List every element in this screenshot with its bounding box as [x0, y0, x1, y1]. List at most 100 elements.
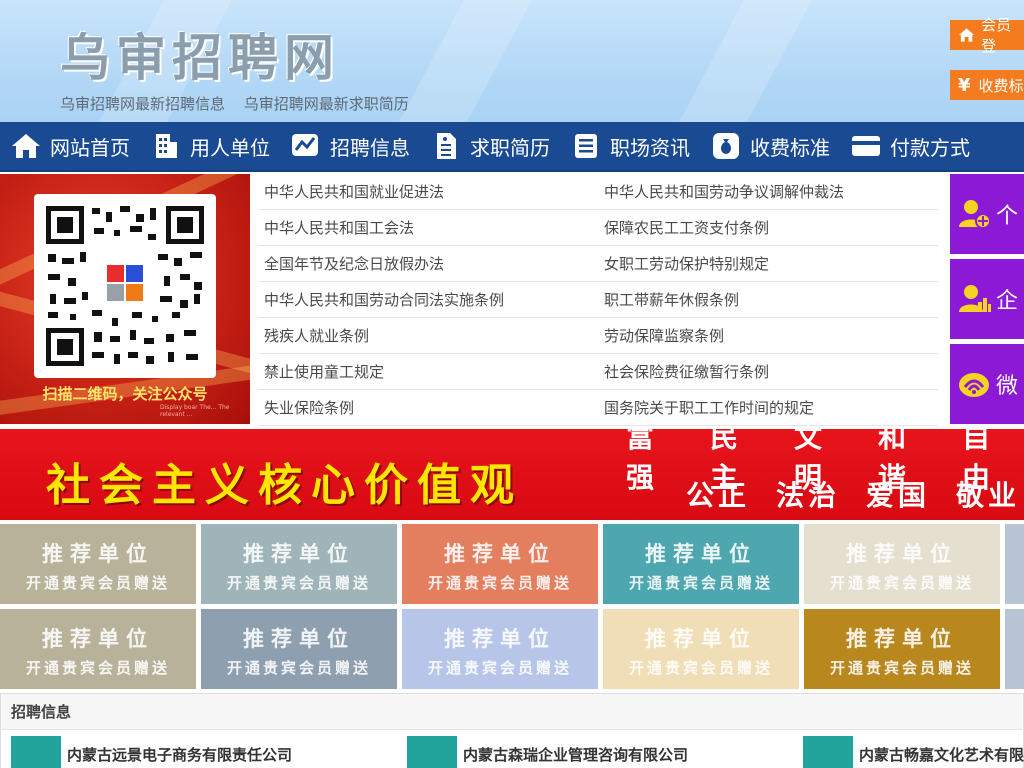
law-row: 禁止使用童工规定 社会保险费征缴暂行条例 — [258, 354, 938, 390]
site-header: 乌审招聘网 乌审招聘网最新招聘信息 乌审招聘网最新求职简历 会员登 ¥ 收费标 — [0, 0, 1024, 122]
value-word: 爱国 — [865, 479, 930, 512]
law-link[interactable]: 禁止使用童工规定 — [258, 361, 598, 382]
law-row: 失业保险条例 国务院关于职工工作时间的规定 — [258, 390, 938, 426]
sub-links: 乌审招聘网最新招聘信息 乌审招聘网最新求职简历 — [60, 93, 423, 114]
tile-subtitle: 开通贵宾会员赠送 — [427, 659, 572, 677]
resume-icon — [430, 130, 462, 162]
tile-title: 推荐单位 — [1005, 538, 1024, 568]
recommended-tile[interactable]: 推荐单位开通贵宾会员赠送 — [603, 524, 799, 604]
card-icon — [850, 130, 882, 162]
tile-subtitle: 开通贵宾会员赠送 — [25, 574, 170, 592]
nav-employers-label: 用人单位 — [190, 135, 270, 160]
wechat-icon — [959, 373, 989, 397]
company-name: 内蒙古森瑞企业管理咨询有限公司 — [463, 745, 689, 764]
tile-subtitle: 开通贵宾会员赠送 — [1005, 657, 1024, 678]
nav-pricing[interactable]: 收费标准 — [700, 121, 840, 171]
recommended-tile[interactable]: 推荐单位开通贵宾会员赠送 — [402, 609, 598, 689]
recommended-tile[interactable]: 推荐单位开通贵宾会员赠送 — [201, 609, 397, 689]
recommended-tile[interactable]: 推荐单位开通贵宾会员赠送 — [603, 609, 799, 689]
enterprise-member-button[interactable]: 企 — [950, 259, 1024, 339]
tile-title: 推荐单位 — [846, 627, 958, 651]
banner-title: 社会主义核心价值观 — [46, 460, 523, 511]
law-link[interactable]: 保障农民工工资支付条例 — [598, 217, 938, 238]
company-item[interactable]: 内蒙古森瑞企业管理咨询有限公司 — [407, 736, 688, 768]
personal-member-button[interactable]: 个 — [950, 174, 1024, 254]
latest-resumes-link[interactable]: 乌审招聘网最新求职简历 — [244, 95, 409, 113]
home-icon — [958, 28, 975, 42]
tile-title: 推荐单位 — [645, 542, 757, 566]
tile-title: 推荐单位 — [846, 542, 958, 566]
tile-title: 推荐单位 — [243, 542, 355, 566]
company-logo — [803, 736, 853, 768]
law-link[interactable]: 中华人民共和国劳动合同法实施条例 — [258, 289, 598, 310]
law-link[interactable]: 女职工劳动保护特别规定 — [598, 253, 938, 274]
law-link[interactable]: 残疾人就业条例 — [258, 325, 598, 346]
recommended-tile[interactable]: 推荐单位开通贵宾会员赠送 — [1005, 609, 1024, 689]
recommended-tile[interactable]: 推荐单位开通贵宾会员赠送 — [0, 609, 196, 689]
values-line-1: 富强 民主 文明 和谐 自由 — [600, 429, 1020, 494]
latest-jobs-link[interactable]: 乌审招聘网最新招聘信息 — [60, 95, 225, 113]
nav-news[interactable]: 职场资讯 — [560, 121, 700, 171]
law-row: 全国年节及纪念日放假办法 女职工劳动保护特别规定 — [258, 246, 938, 282]
building-icon — [150, 130, 182, 162]
banner-values: 富强 民主 文明 和谐 自由 公正 法治 爱国 敬业 — [600, 429, 1020, 513]
nav-pricing-label: 收费标准 — [750, 135, 830, 160]
nav-employers[interactable]: 用人单位 — [140, 121, 280, 171]
qr-code — [34, 194, 216, 378]
qr-panel: 扫描二维码，关注公众号 Display boar The... The rele… — [0, 174, 250, 424]
header-decoration — [642, 0, 818, 122]
member-login-button[interactable]: 会员登 — [950, 16, 1024, 55]
law-link[interactable]: 劳动保障监察条例 — [598, 325, 938, 346]
tile-title: 推荐单位 — [1005, 623, 1024, 653]
wechat-label: 微 — [996, 374, 1019, 399]
enterprise-user-icon — [959, 285, 991, 312]
nav-payment-label: 付款方式 — [890, 135, 970, 160]
law-link[interactable]: 中华人民共和国劳动争议调解仲裁法 — [598, 181, 938, 202]
person-add-icon — [959, 200, 991, 229]
nav-home[interactable]: 网站首页 — [0, 121, 140, 171]
nav-payment[interactable]: 付款方式 — [840, 121, 980, 171]
tile-title: 推荐单位 — [243, 627, 355, 651]
company-item[interactable]: 内蒙古畅嘉文化艺术有限 — [803, 736, 1024, 768]
nav-jobs-label: 招聘信息 — [330, 135, 410, 160]
nav-jobs[interactable]: 招聘信息 — [280, 121, 420, 171]
recommended-employers: 推荐单位 开通贵宾会员赠送 推荐单位 开通贵宾会员赠送 推荐单位 开通贵宾会员赠送 推荐单位… — [0, 524, 1024, 690]
law-link[interactable]: 中华人民共和国工会法 — [258, 217, 598, 238]
value-word: 敬业 — [955, 479, 1020, 512]
nav-resumes[interactable]: 求职简历 — [420, 121, 560, 171]
value-word: 法治 — [775, 479, 840, 512]
tile-subtitle: 开通贵宾会员赠送 — [829, 574, 974, 592]
recommended-tile[interactable]: 推荐单位开通贵宾会员赠送 — [0, 524, 196, 604]
tile-subtitle: 开通贵宾会员赠送 — [628, 574, 773, 592]
tile-subtitle: 开通贵宾会员赠送 — [628, 659, 773, 677]
pricing-button[interactable]: ¥ 收费标 — [950, 70, 1024, 100]
company-logo — [407, 736, 457, 768]
law-link[interactable]: 失业保险条例 — [258, 397, 598, 418]
recommended-tile[interactable]: 推荐单位开通贵宾会员赠送 — [1005, 524, 1024, 604]
wechat-button[interactable]: 微 — [950, 344, 1024, 424]
pricing-label: 收费标 — [978, 76, 1024, 95]
recommended-tile[interactable]: 推荐单位开通贵宾会员赠送 — [402, 524, 598, 604]
law-link[interactable]: 国务院关于职工工作时间的规定 — [598, 397, 938, 418]
nav-news-label: 职场资讯 — [610, 135, 690, 160]
tile-title: 推荐单位 — [42, 542, 154, 566]
law-link[interactable]: 职工带薪年休假条例 — [598, 289, 938, 310]
personal-member-label: 个 — [996, 204, 1019, 229]
nav-resumes-label: 求职简历 — [470, 135, 550, 160]
law-link[interactable]: 中华人民共和国就业促进法 — [258, 181, 598, 202]
law-link[interactable]: 全国年节及纪念日放假办法 — [258, 253, 598, 274]
tile-title: 推荐单位 — [42, 627, 154, 651]
law-links: 中华人民共和国就业促进法 中华人民共和国劳动争议调解仲裁法 中华人民共和国工会法… — [258, 174, 938, 426]
enterprise-member-label: 企 — [996, 289, 1019, 314]
company-item[interactable]: 内蒙古远景电子商务有限责任公司 — [11, 736, 292, 768]
qr-caption: 扫描二维码，关注公众号 — [42, 385, 208, 403]
company-name: 内蒙古远景电子商务有限责任公司 — [67, 745, 293, 764]
qr-fine-print: Display boar The... The relevant ... — [160, 404, 230, 418]
money-bag-icon — [710, 130, 742, 162]
recommended-tile[interactable]: 推荐单位开通贵宾会员赠送 — [804, 524, 1000, 604]
core-values-banner: 社会主义核心价值观 富强 民主 文明 和谐 自由 公正 法治 爱国 敬业 — [0, 429, 1024, 520]
site-title[interactable]: 乌审招聘网 — [60, 18, 340, 90]
law-link[interactable]: 社会保险费征缴暂行条例 — [598, 361, 938, 382]
recommended-tile[interactable]: 推荐单位开通贵宾会员赠送 — [201, 524, 397, 604]
recommended-tile[interactable]: 推荐单位开通贵宾会员赠送 — [804, 609, 1000, 689]
